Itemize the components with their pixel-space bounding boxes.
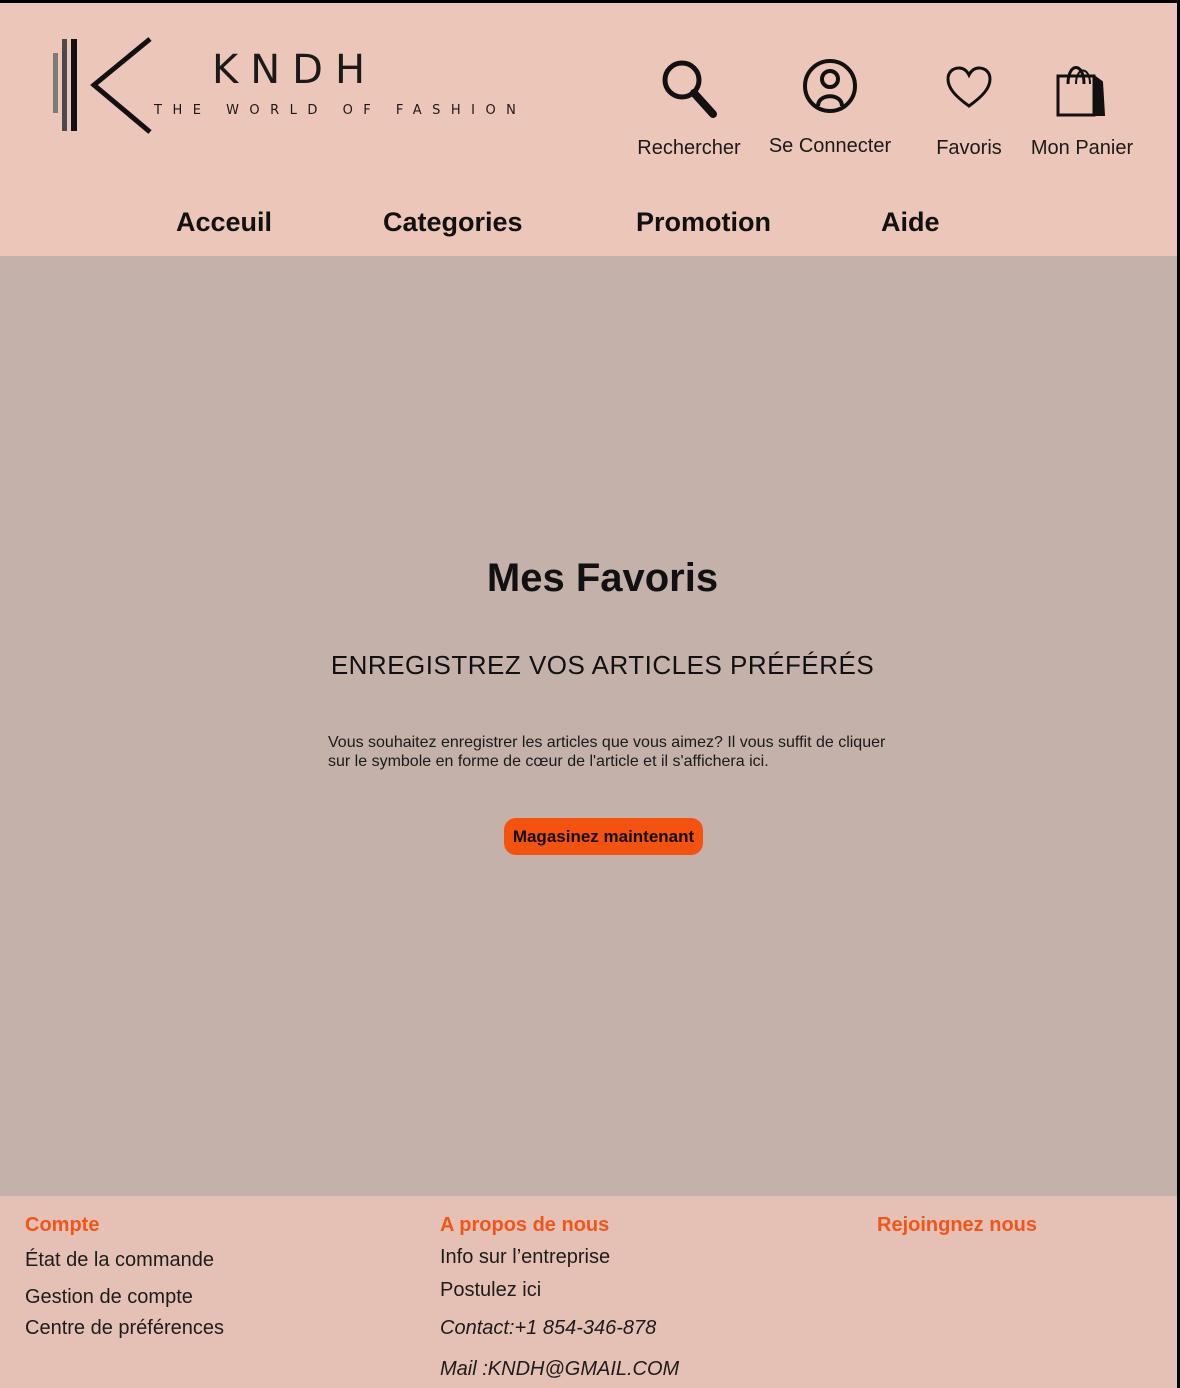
- footer-link-company-info[interactable]: Info sur l’entreprise: [440, 1246, 610, 1269]
- login-button[interactable]: Se Connecter: [766, 53, 894, 158]
- search-icon: [659, 55, 719, 121]
- footer-contact-mail: Mail :KNDH@GMAIL.COM: [440, 1358, 680, 1380]
- page-subtitle: ENREGISTREZ VOS ARTICLES PRÉFÉRÉS: [330, 650, 875, 680]
- footer-heading-about: A propos de nous: [440, 1214, 610, 1236]
- favorites-button[interactable]: Favoris: [934, 55, 1004, 160]
- search-label: Rechercher: [637, 137, 741, 159]
- page: KNDH THE WORLD OF FASHION Rechercher Se …: [0, 3, 1177, 1388]
- brand-name: KNDH: [212, 47, 378, 93]
- empty-state-description: Vous souhaitez enregistrer les articles …: [328, 734, 886, 770]
- nav-item-promotion[interactable]: Promotion: [636, 207, 771, 238]
- user-icon: [801, 53, 859, 119]
- page-title: Mes Favoris: [486, 556, 719, 600]
- nav-item-categories[interactable]: Categories: [383, 207, 523, 238]
- login-label: Se Connecter: [768, 135, 892, 157]
- brand-logo[interactable]: KNDH THE WORLD OF FASHION: [52, 35, 516, 135]
- search-button[interactable]: Rechercher: [636, 55, 742, 160]
- brand-tagline: THE WORLD OF FASHION: [154, 103, 527, 118]
- main-nav: Acceuil Categories Promotion Aide: [0, 207, 1177, 247]
- cart-label: Mon Panier: [1030, 137, 1134, 159]
- favorites-content: Mes Favoris ENREGISTREZ VOS ARTICLES PRÉ…: [0, 256, 1177, 1196]
- footer-link-preferences[interactable]: Centre de préférences: [25, 1317, 224, 1340]
- footer-link-order-status[interactable]: État de la commande: [25, 1249, 214, 1272]
- footer-link-account-management[interactable]: Gestion de compte: [25, 1286, 193, 1309]
- footer-heading-join[interactable]: Rejoingnez nous: [877, 1214, 1037, 1237]
- favorites-label: Favoris: [936, 137, 1002, 159]
- site-header: KNDH THE WORLD OF FASHION Rechercher Se …: [0, 3, 1177, 256]
- shop-now-button[interactable]: Magasinez maintenant: [504, 818, 703, 855]
- logo-k-mark-icon: [53, 37, 152, 134]
- footer-contact-phone: Contact:+1 854-346-878: [440, 1317, 657, 1339]
- shopping-bag-icon: [1054, 55, 1110, 121]
- footer-link-apply[interactable]: Postulez ici: [440, 1279, 541, 1302]
- heart-icon: [945, 55, 993, 121]
- nav-item-acceuil[interactable]: Acceuil: [176, 207, 272, 238]
- nav-item-aide[interactable]: Aide: [881, 207, 940, 238]
- footer-heading-account: Compte: [25, 1214, 100, 1236]
- cart-button[interactable]: Mon Panier: [1028, 55, 1136, 160]
- site-footer: Compte État de la commande Gestion de co…: [0, 1196, 1177, 1388]
